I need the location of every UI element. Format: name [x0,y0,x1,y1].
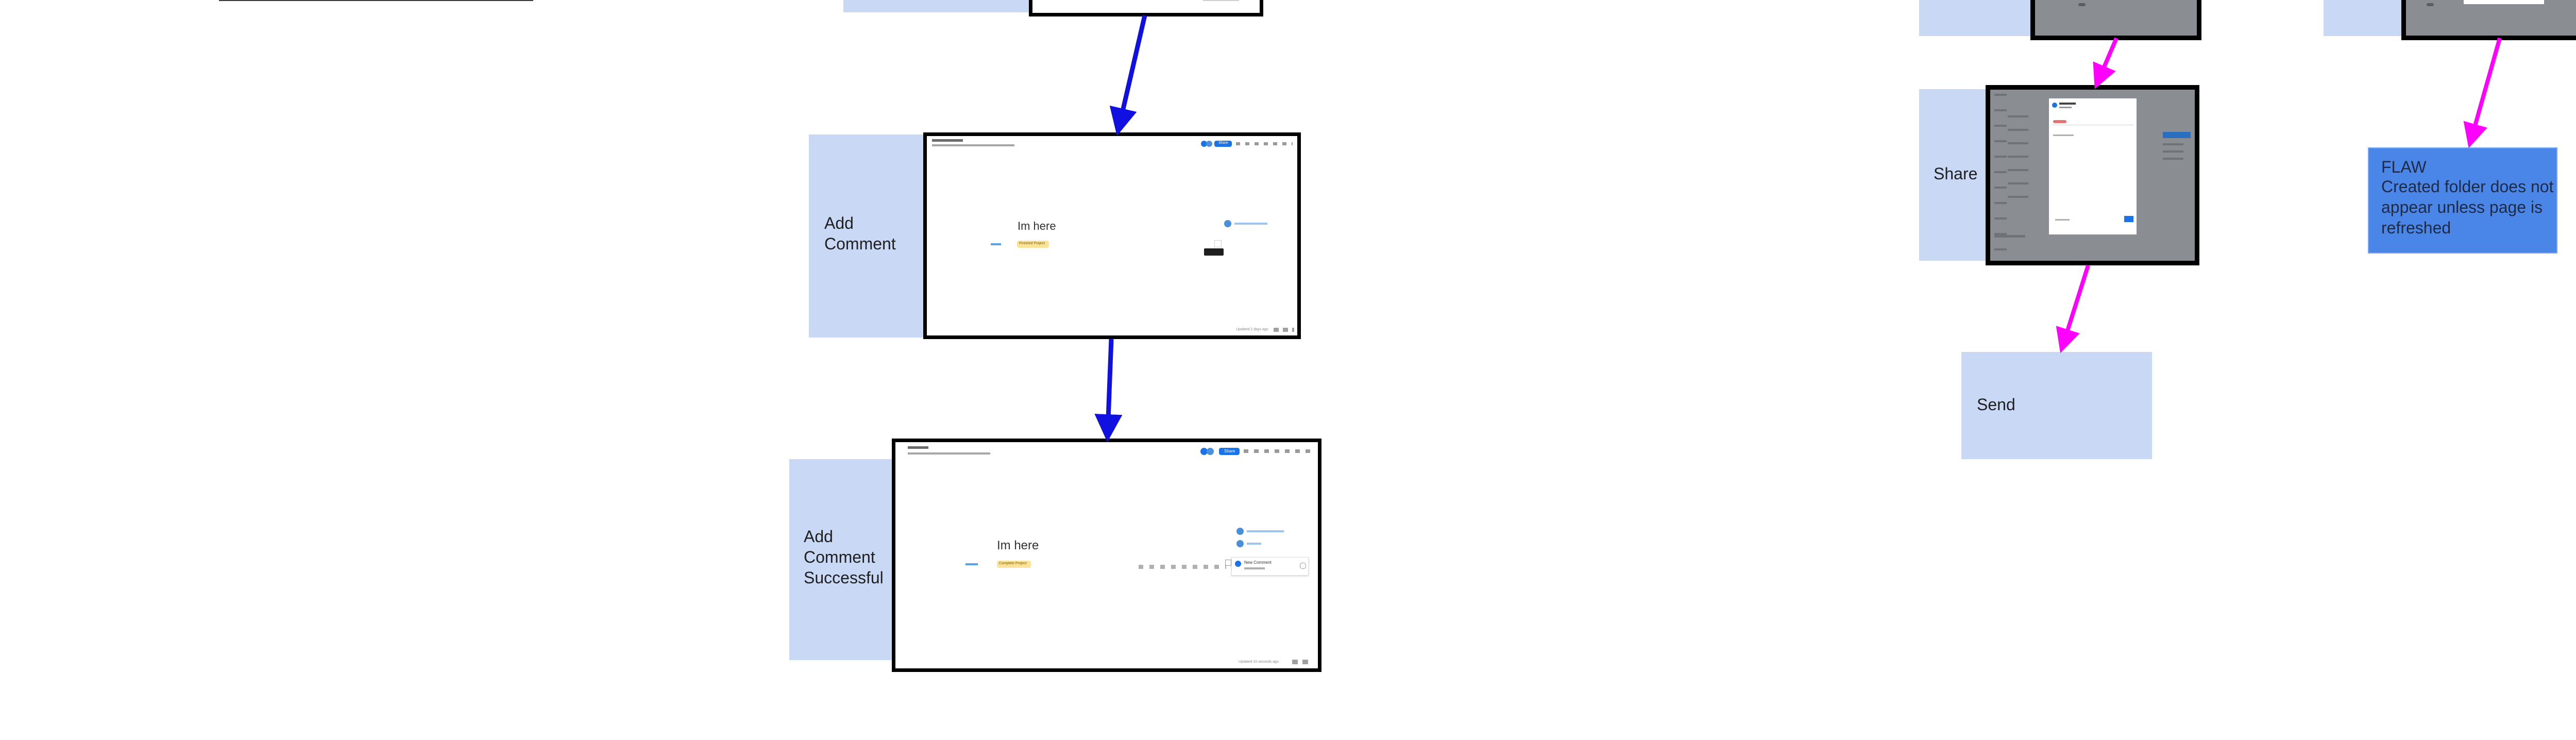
arrow-to-add-comment-successful [1094,339,1123,442]
arrow-to-flaw [2463,37,2502,148]
arrow-to-share [2093,37,2119,89]
arrow-to-send [2056,264,2090,354]
connector-layer [1094,14,2502,442]
arrow-to-add-comment [1109,14,1147,136]
